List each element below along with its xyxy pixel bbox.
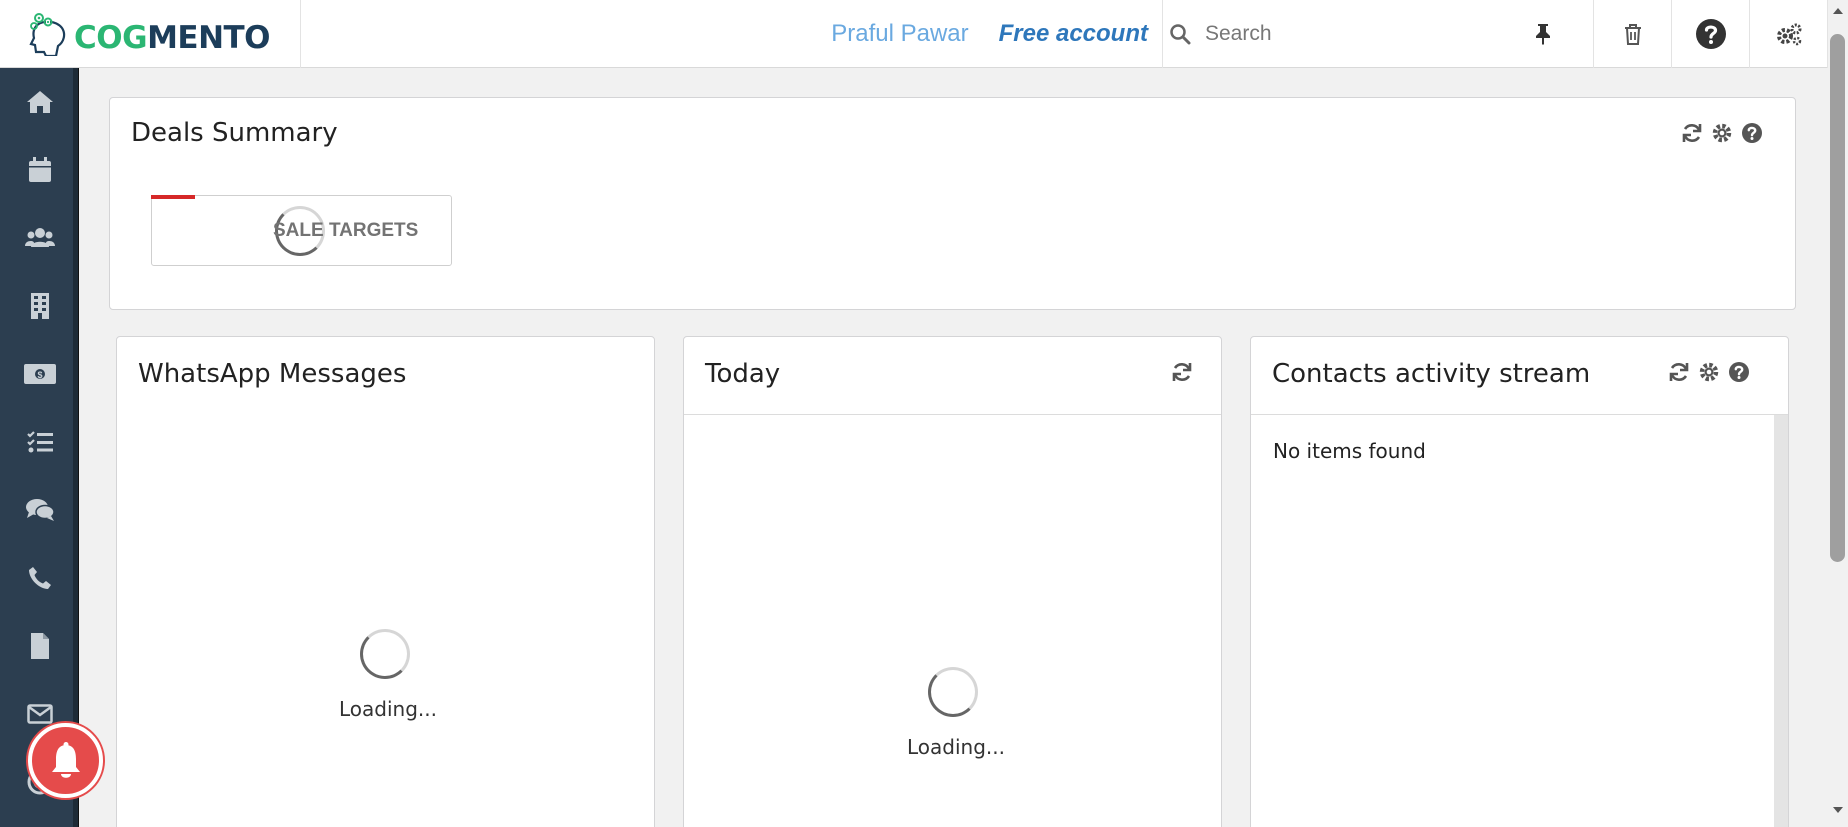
loading-text: Loading... [339,697,437,721]
top-bar: COGMENTO Praful Pawar Free account [0,0,1828,68]
sidebar-item-contacts[interactable] [0,204,79,272]
today-title: Today [705,359,781,389]
pin-button[interactable] [1520,0,1566,68]
user-name-link[interactable]: Praful Pawar [831,20,968,48]
home-icon [26,91,53,113]
document-icon [30,633,49,659]
sidebar-item-companies[interactable] [0,272,79,340]
sidebar: $ [0,68,79,827]
trash-icon [1624,23,1641,45]
gear-icon[interactable] [1698,361,1720,383]
tasks-icon [26,431,53,453]
loading-spinner [360,629,410,679]
sidebar-item-calendar[interactable] [0,136,79,204]
settings-button[interactable] [1750,0,1828,68]
building-icon [30,293,49,319]
logo[interactable]: COGMENTO [0,0,301,68]
help-icon[interactable] [1741,122,1763,144]
scroll-up-arrow-icon[interactable] [1831,4,1845,18]
chat-icon [25,499,55,521]
notification-bell-button[interactable] [28,723,103,798]
deals-summary-actions [1681,122,1763,144]
today-header-divider [684,414,1221,415]
brain-head-icon [28,12,70,57]
refresh-icon[interactable] [1171,361,1193,383]
bell-icon [51,741,80,778]
whatsapp-messages-card: WhatsApp Messages Loading... [116,336,655,827]
gear-icon[interactable] [1711,122,1733,144]
refresh-icon[interactable] [1681,122,1703,144]
help-icon [1695,18,1726,49]
sidebar-item-home[interactable] [0,68,79,136]
sidebar-item-calls[interactable] [0,544,79,612]
contacts-activity-stream-actions [1668,361,1750,383]
trash-button[interactable] [1594,0,1672,68]
search-input[interactable] [1205,21,1545,46]
logo-text-mento: MENTO [147,20,271,56]
search-icon [1170,23,1191,44]
logo-text-cog: COG [74,20,148,56]
today-actions [1171,361,1193,383]
scroll-down-arrow-icon[interactable] [1831,803,1845,817]
help-icon[interactable] [1728,361,1750,383]
help-button[interactable] [1672,0,1750,68]
envelope-icon [26,704,53,724]
sidebar-item-cases[interactable] [0,476,79,544]
contacts-stream-scrollbar[interactable] [1774,415,1788,827]
calendar-icon [28,157,51,182]
sidebar-item-documents[interactable] [0,612,79,680]
logo-text: COGMENTO [74,20,271,56]
empty-state-text: No items found [1273,439,1426,463]
whatsapp-messages-title: WhatsApp Messages [138,359,407,389]
contacts-header-divider [1251,414,1788,415]
sale-targets-progress-bar [151,195,195,199]
svg-text:$: $ [37,370,42,380]
pin-icon [1536,23,1550,45]
contacts-activity-stream-card: Contacts activity stream No items found [1250,336,1789,827]
phone-icon [28,567,51,589]
today-card: Today Loading... [683,336,1222,827]
gears-icon [1776,23,1801,45]
sidebar-item-tasks[interactable] [0,408,79,476]
loading-text: Loading... [907,735,1005,759]
account-type-link[interactable]: Free account [999,20,1148,48]
contacts-activity-stream-title: Contacts activity stream [1272,359,1591,389]
sale-targets-label: SALE TARGETS [273,220,419,241]
sidebar-item-deals[interactable]: $ [0,340,79,408]
money-icon: $ [23,364,56,384]
refresh-icon[interactable] [1668,361,1690,383]
loading-spinner [928,667,978,717]
deals-summary-title: Deals Summary [131,118,338,148]
contacts-icon [24,228,55,247]
sale-targets-tile[interactable]: SALE TARGETS [151,195,452,266]
page-scrollbar-thumb[interactable] [1830,34,1845,562]
